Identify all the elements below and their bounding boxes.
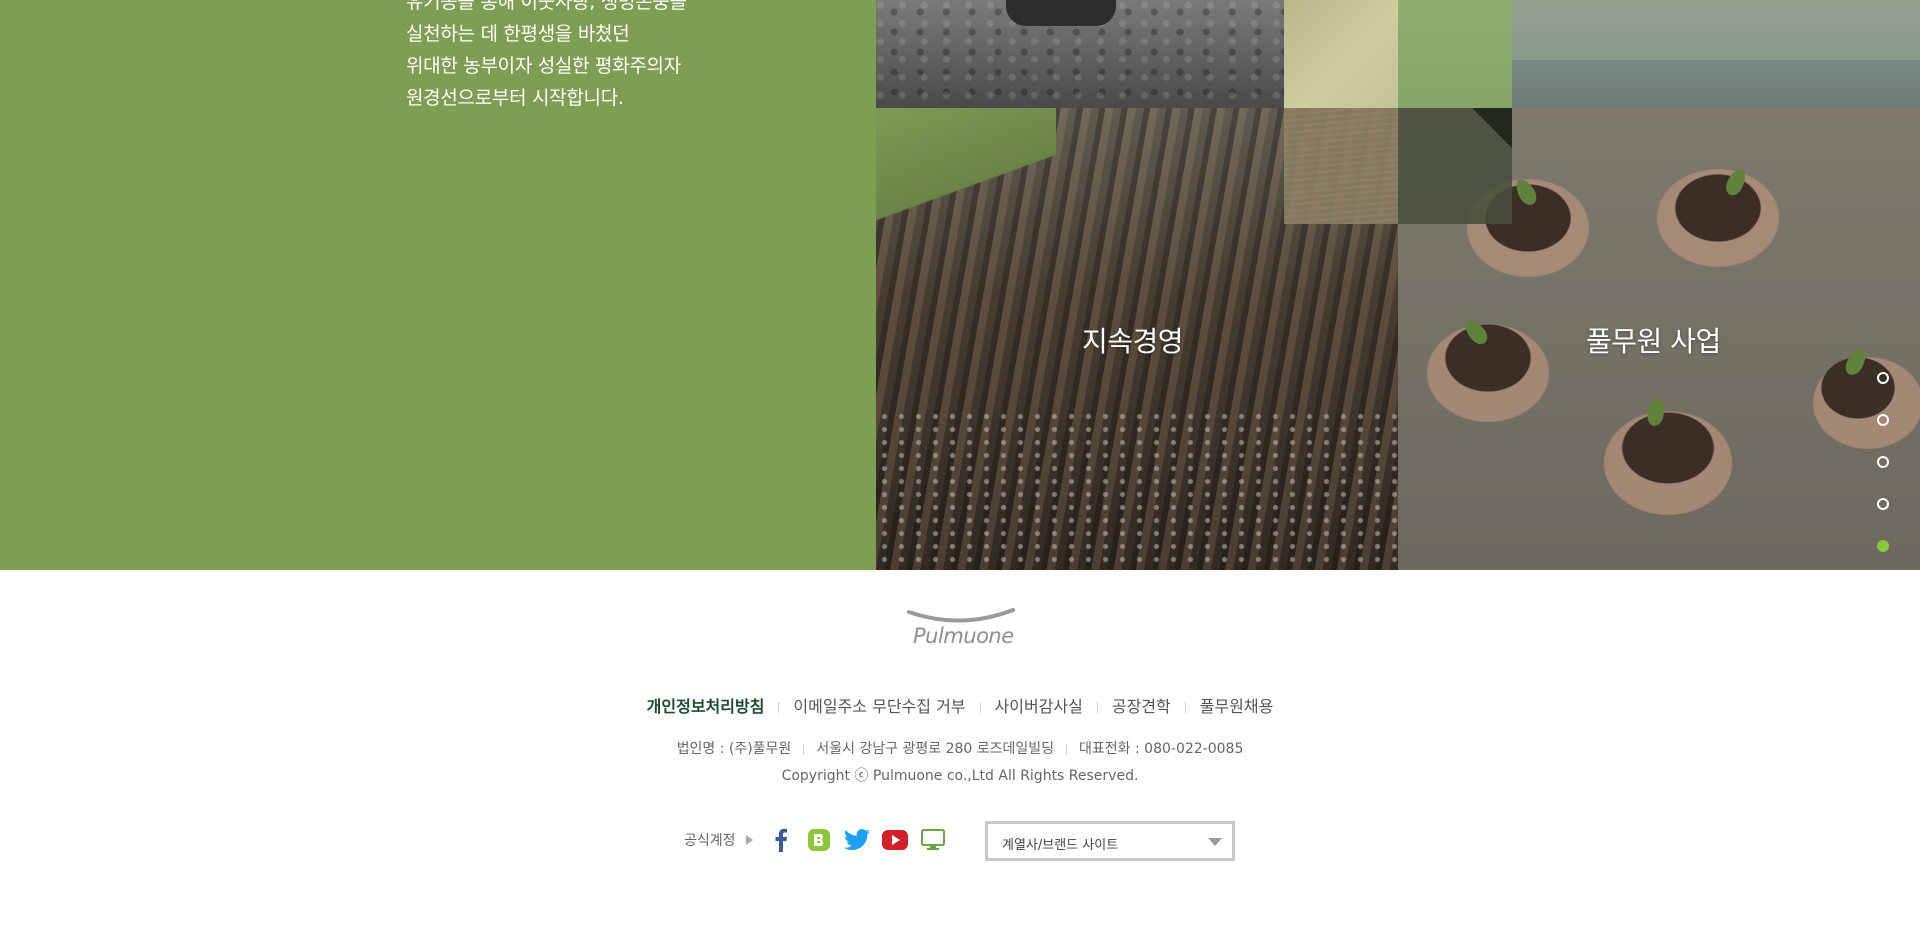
chevron-down-icon [1208, 838, 1222, 846]
privacy-policy-link[interactable]: 개인정보처리방침 [647, 697, 765, 716]
pagination-dot-1[interactable] [1877, 372, 1889, 384]
intro-line: 위대한 농부이자 성실한 평화주의자 [406, 55, 681, 77]
logo-text: Pulmuone [913, 624, 1014, 648]
recruit-link[interactable]: 풀무원채용 [1200, 697, 1274, 716]
monitor-icon[interactable] [919, 826, 947, 854]
twitter-icon[interactable] [843, 826, 871, 854]
arrow-right-icon [745, 835, 753, 845]
dark-overlay-tile [1398, 108, 1512, 224]
factory-tour-link[interactable]: 공장견학 [1112, 697, 1171, 716]
official-accounts: 공식계정 [684, 820, 957, 860]
email-refusal-link[interactable]: 이메일주소 무단수집 거부 [793, 697, 965, 716]
copyright: Copyright ⓒ Pulmuone co.,Ltd All Rights … [781, 768, 1139, 784]
pagination-dot-4[interactable] [1877, 498, 1889, 510]
photo-grid: 지속경영 풀무원 사업 [876, 0, 1920, 570]
facebook-icon[interactable] [767, 826, 795, 854]
business-label[interactable]: 풀무원 사업 [1586, 320, 1721, 360]
family-site-select-value: 계열사/브랜드 사이트 [1002, 838, 1119, 853]
company-phone: 대표전화 : 080-022-0085 [1079, 741, 1244, 757]
logo-arc-icon [907, 608, 1015, 623]
cyber-audit-link[interactable]: 사이버감사실 [995, 697, 1083, 716]
intro-line: 유기농을 통해 이웃사랑, 생명존중을 [406, 0, 687, 13]
family-site-select[interactable]: 계열사/브랜드 사이트 [985, 821, 1235, 861]
pagination-dot-5[interactable] [1877, 540, 1889, 552]
divider [979, 702, 981, 713]
street-photo-tile [1512, 0, 1920, 108]
sustainability-label[interactable]: 지속경영 [1082, 320, 1184, 360]
pagination-dot-2[interactable] [1877, 414, 1889, 426]
company-address: 서울시 강남구 광평로 280 로즈데일빌딩 [816, 741, 1055, 757]
intro-line: 원경선으로부터 시작합니다. [406, 87, 624, 109]
intro-panel: 유기농을 통해 이웃사랑, 생명존중을 실천하는 데 한평생을 바쳤던 위대한 … [0, 0, 876, 570]
divider [1184, 702, 1186, 713]
company-info: 법인명 : (주)풀무원 서울시 강남구 광평로 280 로즈데일빌딩 대표전화 :… [0, 738, 1920, 758]
intro-line: 실천하는 데 한평생을 바쳤던 [406, 23, 630, 45]
youtube-icon[interactable] [881, 826, 909, 854]
green-color-tile [1398, 0, 1512, 108]
divider [1066, 743, 1068, 755]
footer-links: 개인정보처리방침 이메일주소 무단수집 거부 사이버감사실 공장견학 풀무원채용 [0, 693, 1920, 717]
pagination-dot-3[interactable] [1877, 456, 1889, 468]
intro-text: 유기농을 통해 이웃사랑, 생명존중을 실천하는 데 한평생을 바쳤던 위대한 … [406, 0, 766, 114]
divider [778, 702, 780, 713]
divider [1096, 702, 1098, 713]
company-name: 법인명 : (주)풀무원 [676, 741, 792, 757]
blog-icon[interactable] [805, 826, 833, 854]
divider [803, 743, 805, 755]
gravel-photo-tile [876, 0, 1284, 108]
beige-color-tile [1284, 0, 1398, 108]
pulmuone-logo[interactable]: Pulmuone [905, 608, 1017, 656]
hero-section: 유기농을 통해 이웃사랑, 생명존중을 실천하는 데 한평생을 바쳤던 위대한 … [0, 0, 1920, 570]
official-accounts-label: 공식계정 [684, 833, 736, 849]
field-overlay-tile [1284, 108, 1398, 224]
footer: Pulmuone 개인정보처리방침 이메일주소 무단수집 거부 사이버감사실 공장견학… [0, 570, 1920, 925]
